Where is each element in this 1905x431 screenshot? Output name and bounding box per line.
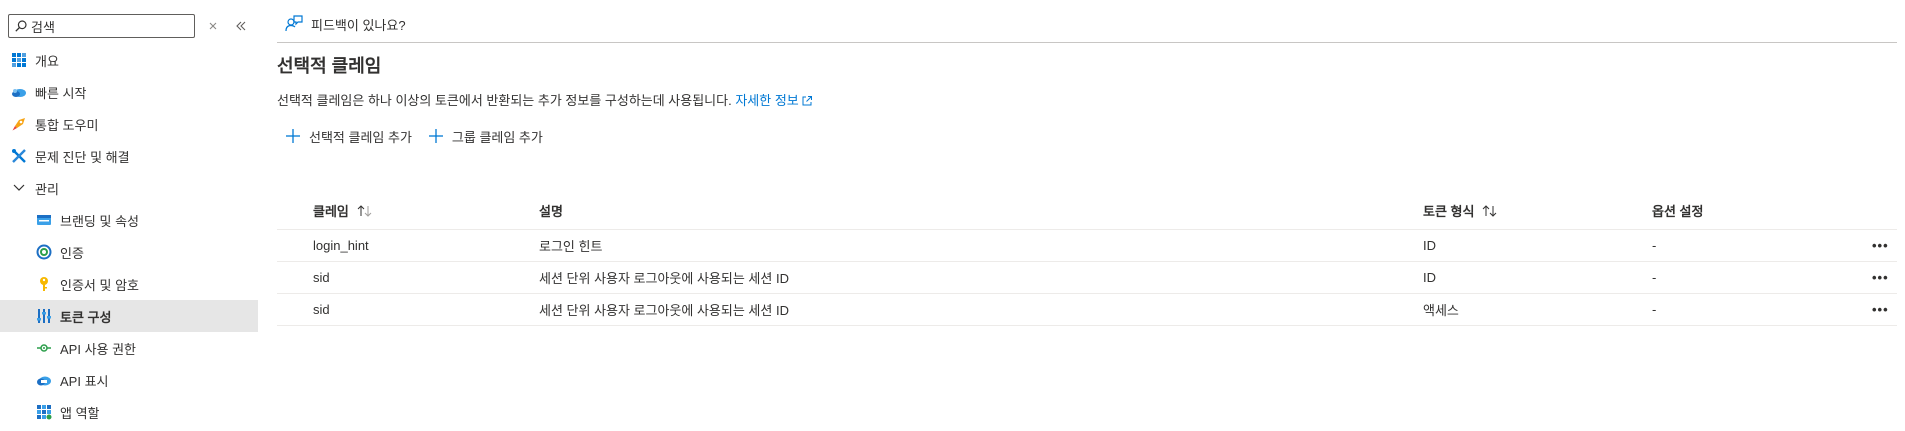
page-description: 선택적 클레임은 하나 이상의 토큰에서 반환되는 추가 정보를 구성하는데 사…	[277, 90, 813, 109]
clear-search-icon[interactable]	[206, 19, 220, 33]
sidebar-item-label: 앱 역할	[60, 405, 100, 421]
search-icon	[15, 20, 27, 32]
page-title: 선택적 클레임	[277, 56, 382, 76]
sidebar-item-label: 관리	[35, 181, 59, 197]
sidebar-item-expose-api[interactable]: API 표시	[0, 364, 258, 396]
table-header-row: 클레임 설명 토큰 형식 옵션 설정	[277, 192, 1897, 230]
column-header-claim[interactable]: 클레임	[313, 192, 373, 229]
column-header-description: 설명	[539, 204, 563, 219]
external-link-icon	[802, 96, 812, 106]
cell-token-type: ID	[1423, 270, 1436, 285]
rocket-icon	[12, 118, 25, 131]
sidebar-item-authentication[interactable]: 인증	[0, 236, 258, 268]
sidebar-item-label: API 표시	[60, 373, 109, 389]
key-icon	[40, 277, 48, 291]
sidebar-group-manage[interactable]: 관리	[0, 172, 258, 204]
sort-icon[interactable]	[1482, 204, 1498, 217]
header-divider	[277, 42, 1897, 43]
add-optional-claim-label: 선택적 클레임 추가	[309, 129, 412, 145]
add-optional-claim-button[interactable]: 선택적 클레임 추가	[285, 127, 412, 146]
column-header-label: 클레임	[313, 204, 349, 219]
learn-more-label: 자세한 정보	[735, 93, 799, 108]
sidebar-nav: 개요 빠른 시작 통합 도우미 문제 진단 및 해결 관리 브랜딩 및 속성 인…	[0, 44, 258, 428]
sidebar-item-label: 통합 도우미	[35, 117, 99, 133]
token-config-icon	[37, 309, 51, 323]
table-row[interactable]: login_hint 로그인 힌트 ID - •••	[277, 230, 1897, 262]
cell-options: -	[1652, 302, 1657, 317]
plus-icon	[286, 129, 300, 143]
sidebar-item-token-configuration[interactable]: 토큰 구성	[0, 300, 258, 332]
sidebar-item-label: 토큰 구성	[60, 309, 112, 325]
cell-claim: login_hint	[313, 238, 369, 253]
sidebar-item-label: 개요	[35, 53, 59, 69]
sidebar-item-troubleshoot[interactable]: 문제 진단 및 해결	[0, 140, 258, 172]
search-row	[8, 14, 258, 38]
table-row[interactable]: sid 세션 단위 사용자 로그아웃에 사용되는 세션 ID 액세스 - •••	[277, 294, 1897, 326]
sidebar-item-label: 인증	[60, 245, 84, 261]
column-header-token-type[interactable]: 토큰 형식	[1423, 192, 1498, 229]
tools-icon	[12, 149, 26, 163]
add-group-claim-button[interactable]: 그룹 클레임 추가	[428, 127, 543, 146]
sidebar-item-label: API 사용 권한	[60, 341, 137, 357]
plus-icon	[428, 129, 443, 143]
cell-claim: sid	[313, 270, 330, 285]
cell-description: 세션 단위 사용자 로그아웃에 사용되는 세션 ID	[539, 271, 789, 286]
sidebar-item-certificates[interactable]: 인증서 및 암호	[0, 268, 258, 300]
collapse-sidebar-icon[interactable]	[234, 19, 248, 33]
feedback-icon	[285, 15, 303, 32]
sidebar-item-label: 빠른 시작	[35, 85, 87, 101]
sort-ascending-icon[interactable]	[357, 204, 373, 217]
api-permissions-icon	[37, 344, 51, 352]
cell-description: 세션 단위 사용자 로그아웃에 사용되는 세션 ID	[539, 303, 789, 318]
sidebar: 개요 빠른 시작 통합 도우미	[0, 0, 258, 431]
sidebar-item-branding[interactable]: 브랜딩 및 속성	[0, 204, 258, 236]
cell-token-type: 액세스	[1423, 303, 1459, 318]
more-actions-icon[interactable]: •••	[1872, 294, 1889, 325]
command-bar: 선택적 클레임 추가 그룹 클레임 추가	[285, 124, 559, 148]
column-header-label: 토큰 형식	[1423, 204, 1475, 219]
cell-options: -	[1652, 238, 1657, 253]
sidebar-item-label: 브랜딩 및 속성	[60, 213, 139, 229]
more-actions-icon[interactable]: •••	[1872, 262, 1889, 293]
sidebar-item-overview[interactable]: 개요	[0, 44, 258, 76]
column-header-options: 옵션 설정	[1652, 204, 1704, 219]
main-content: 피드백이 있나요? 선택적 클레임 선택적 클레임은 하나 이상의 토큰에서 반…	[277, 0, 1897, 431]
sidebar-item-integration-assistant[interactable]: 통합 도우미	[0, 108, 258, 140]
sidebar-item-app-roles[interactable]: 앱 역할	[0, 396, 258, 428]
cell-claim: sid	[313, 302, 330, 317]
quickstart-cloud-icon	[12, 89, 26, 97]
description-text: 선택적 클레임은 하나 이상의 토큰에서 반환되는 추가 정보를 구성하는데 사…	[277, 93, 732, 108]
branding-icon	[37, 215, 51, 225]
table-row[interactable]: sid 세션 단위 사용자 로그아웃에 사용되는 세션 ID ID - •••	[277, 262, 1897, 294]
learn-more-link[interactable]: 자세한 정보	[735, 93, 812, 108]
feedback-label: 피드백이 있나요?	[311, 17, 406, 33]
overview-grid-icon	[12, 53, 26, 67]
sidebar-item-api-permissions[interactable]: API 사용 권한	[0, 332, 258, 364]
search-input[interactable]	[31, 17, 191, 35]
sidebar-item-quickstart[interactable]: 빠른 시작	[0, 76, 258, 108]
feedback-button[interactable]: 피드백이 있나요?	[285, 12, 406, 36]
chevron-down-icon	[13, 184, 25, 191]
sidebar-item-label: 문제 진단 및 해결	[35, 149, 130, 165]
claims-table: 클레임 설명 토큰 형식 옵션 설정 login_hint 로그인 힌트 ID …	[277, 192, 1897, 326]
add-group-claim-label: 그룹 클레임 추가	[451, 129, 543, 145]
app-roles-icon	[37, 405, 52, 420]
search-box[interactable]	[8, 14, 195, 38]
more-actions-icon[interactable]: •••	[1872, 230, 1889, 261]
cell-options: -	[1652, 270, 1657, 285]
sidebar-item-label: 인증서 및 암호	[60, 277, 139, 293]
expose-api-icon	[37, 376, 51, 386]
cell-description: 로그인 힌트	[539, 239, 603, 254]
cell-token-type: ID	[1423, 238, 1436, 253]
authentication-icon	[36, 244, 52, 260]
